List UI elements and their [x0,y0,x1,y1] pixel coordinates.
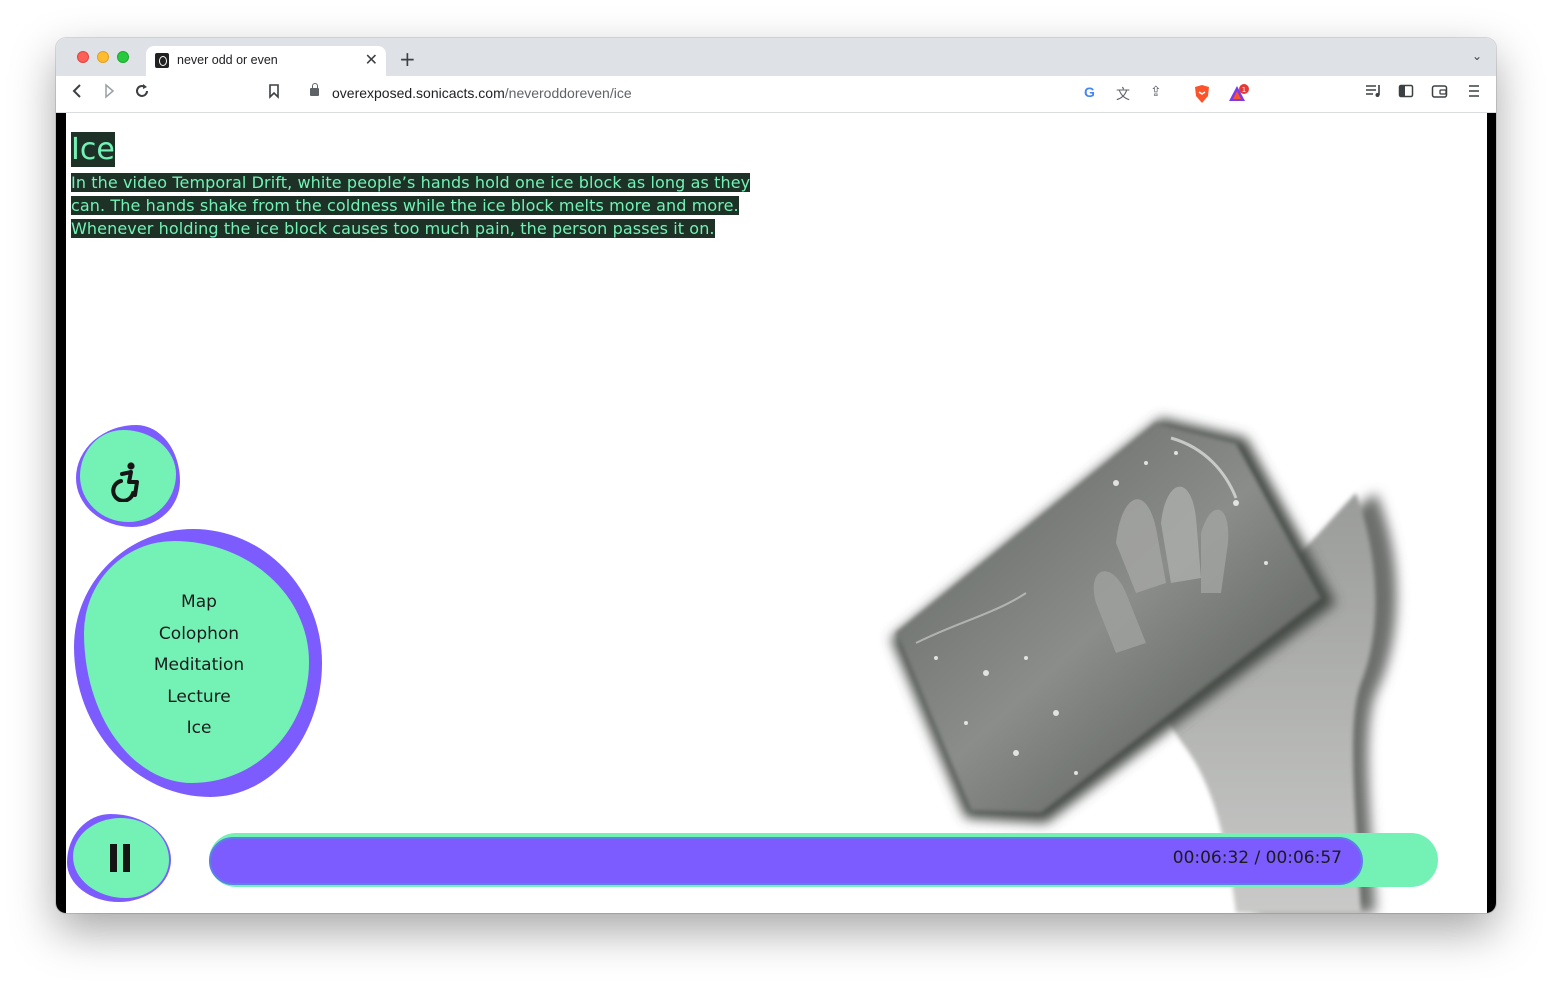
brave-shields-button[interactable] [1193,84,1211,109]
new-tab-button[interactable]: + [399,47,416,71]
sidebar-icon [1398,84,1414,98]
back-button[interactable] [71,83,83,104]
tab-title: never odd or even [177,53,278,67]
share-icon[interactable]: ⇪ [1150,84,1162,100]
menu-item-meditation[interactable]: Meditation [74,650,324,682]
playback-progress-bar[interactable]: 00:06:32 / 00:06:57 [209,833,1438,887]
browser-toolbar: overexposed.sonicacts.com/neveroddoreven… [56,76,1496,113]
wallet-button[interactable] [1431,83,1449,104]
menu-item-map[interactable]: Map [74,587,324,619]
page-viewport: Ice In the video Temporal Drift, white p… [56,113,1496,913]
address-bar[interactable]: overexposed.sonicacts.com/neveroddoreven… [296,81,1254,107]
maximize-window-button[interactable] [117,51,129,63]
page-description: In the video Temporal Drift, white peopl… [71,171,783,240]
page-description-text: In the video Temporal Drift, white peopl… [71,173,751,238]
menu-item-lecture[interactable]: Lecture [74,682,324,714]
page-left-border [56,113,66,913]
tab-close-icon[interactable]: ✕ [365,50,378,69]
bookmark-icon [269,84,279,99]
page-right-border [1487,113,1496,913]
url-domain: overexposed.sonicacts.com [332,85,505,101]
playlist-music-icon [1366,85,1380,97]
reload-button[interactable] [134,83,150,104]
url-path: /neveroddoreven/ice [504,85,632,101]
close-window-button[interactable] [77,51,89,63]
menu-lines-icon [1469,85,1479,97]
playback-time-label: 00:06:32 / 00:06:57 [1172,848,1342,868]
hand-holding-ice-image [891,418,1397,913]
google-lens-icon[interactable]: G [1084,84,1095,100]
url-text[interactable]: overexposed.sonicacts.com/neveroddoreven… [332,85,632,101]
navigation-menu: Map Colophon Meditation Lecture Ice [74,529,322,797]
tab-strip: never odd or even ✕ + ⌄ [56,38,1496,76]
forward-arrow-icon [105,83,115,99]
media-controls-button[interactable] [1365,83,1383,104]
menu-item-colophon[interactable]: Colophon [74,619,324,651]
back-arrow-icon [72,84,81,98]
minimize-window-button[interactable] [97,51,109,63]
page-title-text: Ice [71,132,115,167]
sidebar-button[interactable] [1398,83,1414,104]
accessibility-icon [111,462,139,502]
brave-rewards-triangle-icon: 1 [1229,84,1249,101]
menu-item-ice[interactable]: Ice [74,713,324,745]
forward-button[interactable] [103,83,115,104]
rewards-badge-count: 1 [1242,86,1246,94]
pause-icon [110,844,130,872]
bookmark-button[interactable] [268,83,280,104]
brave-lion-icon [1195,85,1209,103]
menu-list: Map Colophon Meditation Lecture Ice [74,587,324,745]
accessibility-button[interactable] [76,425,182,529]
browser-tab[interactable]: never odd or even ✕ [146,46,386,76]
browser-menu-button[interactable] [1468,83,1480,104]
brave-rewards-button[interactable]: 1 [1227,84,1249,109]
page-title: Ice [71,129,115,171]
lock-icon [310,83,319,96]
site-favicon-icon [155,53,169,68]
tab-search-chevron-icon[interactable]: ⌄ [1472,49,1482,63]
wallet-icon [1431,85,1448,98]
browser-window: never odd or even ✕ + ⌄ overexposed.soni… [56,38,1496,913]
pause-button[interactable] [67,814,173,904]
reload-icon [136,84,148,97]
translate-icon[interactable]: 文 [1116,84,1130,104]
